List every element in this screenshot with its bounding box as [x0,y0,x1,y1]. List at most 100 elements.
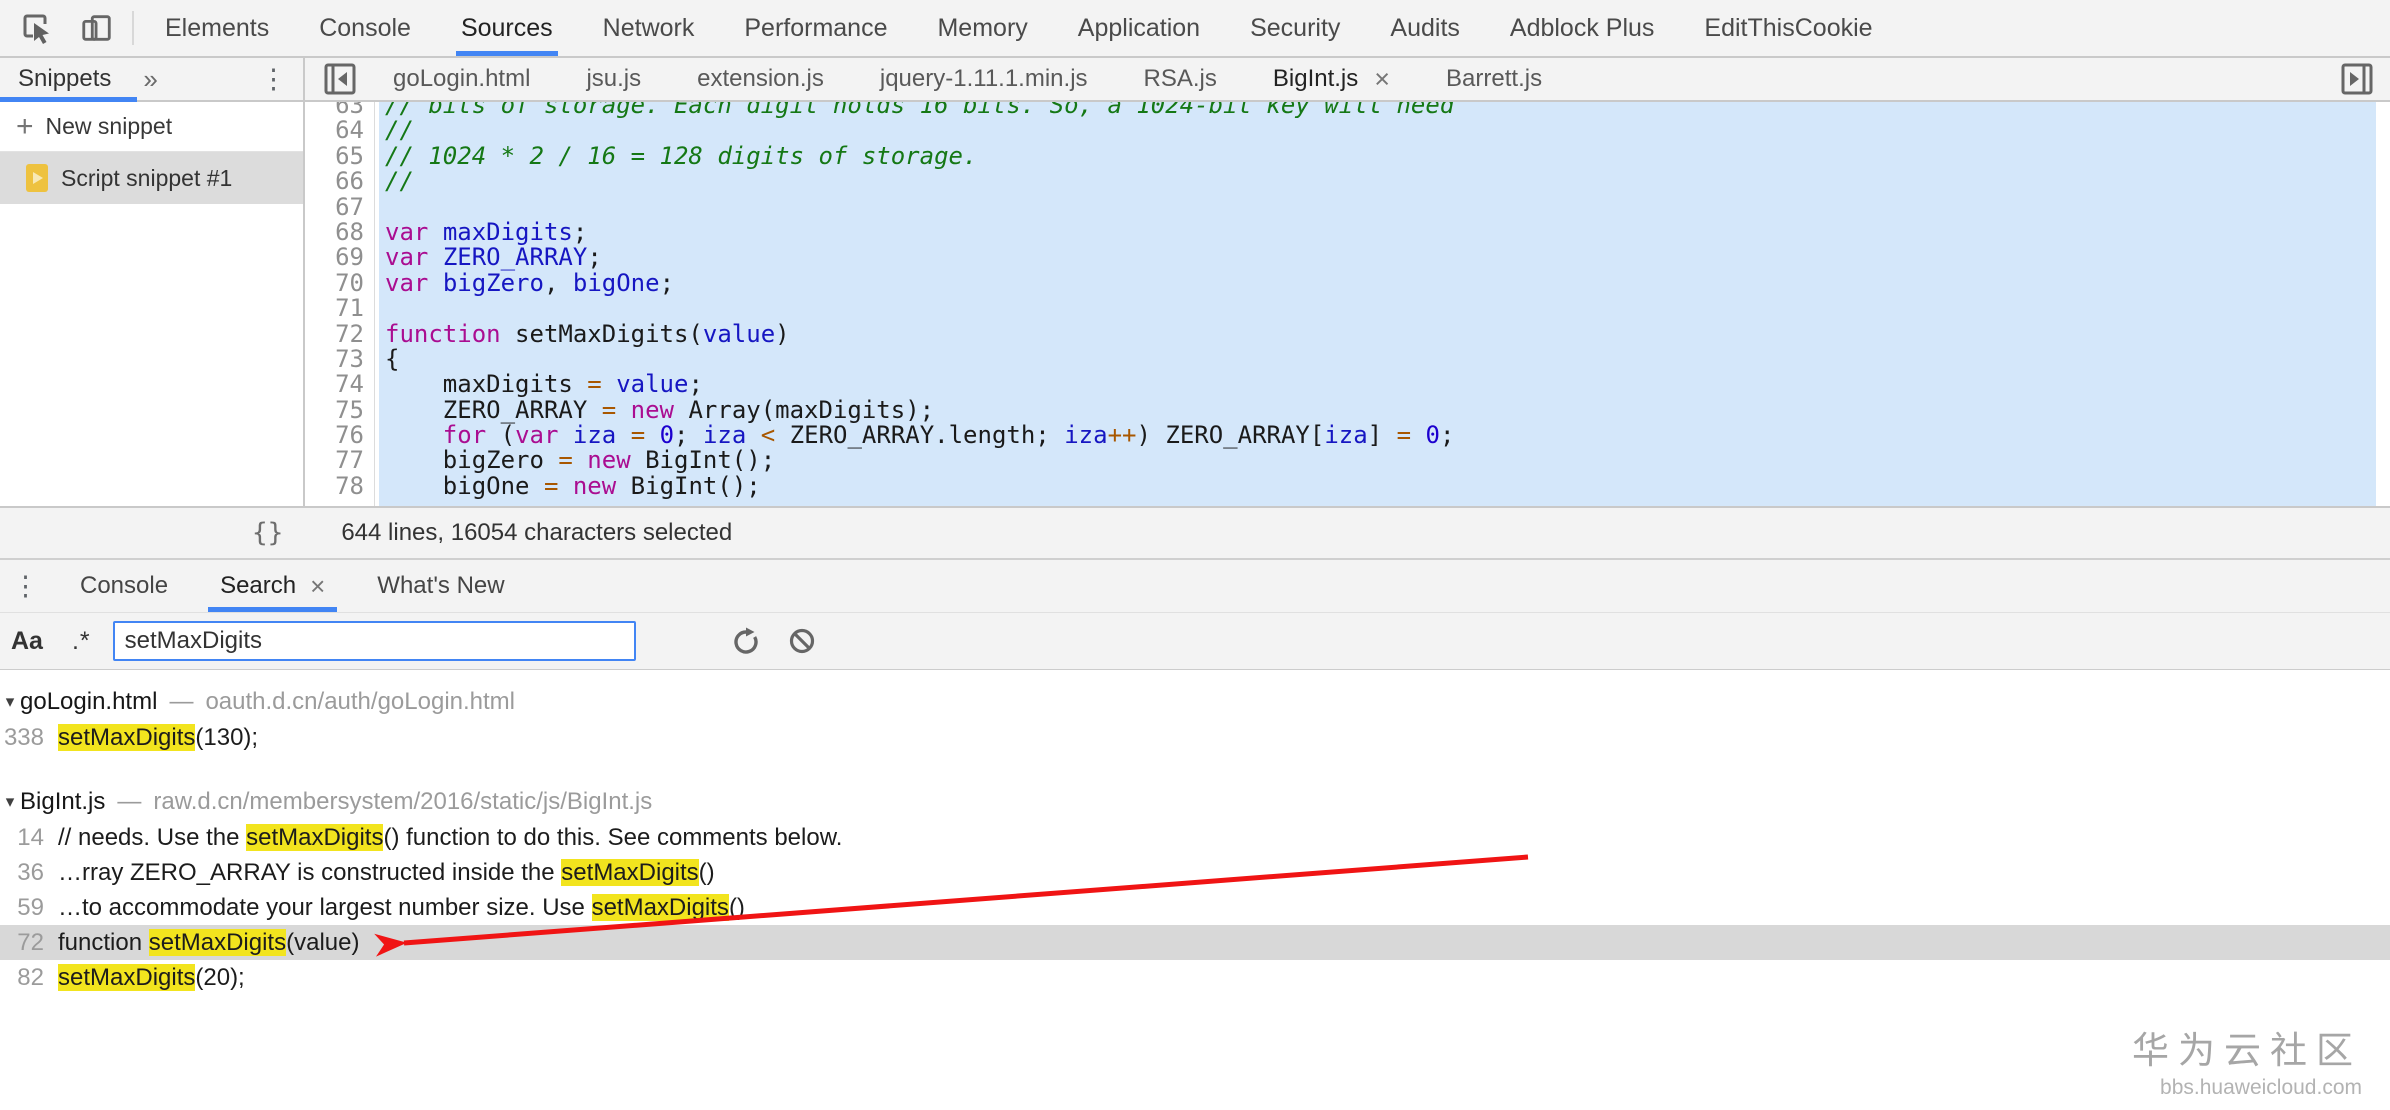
drawer-tab-what-s-new[interactable]: What's New [351,560,530,612]
panel-tab-network[interactable]: Network [578,0,720,56]
match-highlight: setMaxDigits [246,824,383,851]
snippet-name: Script snippet #1 [61,165,232,192]
result-line-text: …to accommodate your largest number size… [58,894,745,922]
panel-tab-adblock-plus[interactable]: Adblock Plus [1485,0,1680,56]
drawer-menu-icon[interactable]: ⋮ [12,573,54,600]
code-token [558,472,572,500]
code-token: // bits of storage. Each digit holds 16 … [385,102,1454,119]
line-number[interactable]: 68 [305,220,364,245]
code-line: // 1024 * 2 / 16 = 128 digits of storage… [385,144,2376,169]
code-token: { [385,345,399,373]
file-tab-bigint.js[interactable]: BigInt.js× [1245,58,1418,100]
search-result-row[interactable]: 338setMaxDigits(130); [0,720,2390,755]
panel-tab-editthiscookie[interactable]: EditThisCookie [1679,0,1897,56]
result-text-segment: () function to do this. See comments bel… [383,824,842,851]
close-drawer-tab-icon[interactable]: × [310,573,325,599]
snippet-item[interactable]: Script snippet #1 [0,152,303,204]
panel-tab-security[interactable]: Security [1225,0,1365,56]
code-token: ] [1368,421,1397,449]
line-number[interactable]: 77 [305,448,364,473]
code-token: ; [688,370,702,398]
line-number[interactable]: 73 [305,347,364,372]
line-number[interactable]: 66 [305,169,364,194]
device-toolbar-icon[interactable] [80,11,114,45]
file-tab-barrett.js[interactable]: Barrett.js [1418,58,1570,100]
result-text-segment: (20); [195,964,244,991]
close-tab-icon[interactable]: × [1374,66,1390,93]
result-line-text: // needs. Use the setMaxDigits() functio… [58,824,842,852]
match-highlight: setMaxDigits [58,724,195,751]
tab-snippets[interactable]: Snippets [0,58,137,100]
search-result-row[interactable]: 59…to accommodate your largest number si… [0,890,2390,925]
navigator-menu-icon[interactable]: ⋮ [260,66,303,93]
toggle-navigator-icon[interactable] [323,62,357,96]
code-token [1411,421,1425,449]
code-token: ZERO_ARRAY [385,396,602,424]
code-token: // [385,167,414,195]
search-input[interactable] [113,621,636,661]
new-snippet-button[interactable]: + New snippet [0,102,303,152]
search-result-row[interactable]: 14// needs. Use the setMaxDigits() funct… [0,820,2390,855]
pretty-print-icon[interactable]: {} [252,518,283,548]
panel-tab-performance[interactable]: Performance [719,0,912,56]
panel-tab-audits[interactable]: Audits [1365,0,1484,56]
drawer-tab-search[interactable]: Search× [194,560,351,612]
code-token: var [385,269,428,297]
panel-tab-sources[interactable]: Sources [436,0,578,56]
line-number[interactable]: 74 [305,372,364,397]
result-text-segment: function [58,929,149,956]
file-tab-rsa.js[interactable]: RSA.js [1116,58,1245,100]
watermark-url: bbs.huaweicloud.com [2132,1076,2362,1100]
line-number[interactable]: 76 [305,423,364,448]
panel-tab-application[interactable]: Application [1053,0,1225,56]
line-number[interactable]: 65 [305,144,364,169]
panel-tab-console[interactable]: Console [294,0,436,56]
panel-tab-memory[interactable]: Memory [912,0,1052,56]
code-token: ; [660,269,674,297]
code-token [428,243,442,271]
line-number[interactable]: 67 [305,195,364,220]
search-result-row[interactable]: 72function setMaxDigits(value) [0,925,2390,960]
result-group-header[interactable]: ▾BigInt.js—raw.d.cn/membersystem/2016/st… [0,784,2390,820]
code-token: = [1397,421,1411,449]
disclosure-triangle-icon[interactable]: ▾ [0,692,20,712]
line-number[interactable]: 78 [305,474,364,499]
line-number[interactable]: 72 [305,322,364,347]
match-case-toggle[interactable]: Aa [0,627,54,656]
file-tab-label: jsu.js [586,65,641,93]
line-number[interactable]: 69 [305,245,364,270]
line-number[interactable]: 75 [305,398,364,423]
line-number[interactable]: 70 [305,271,364,296]
line-number[interactable]: 64 [305,118,364,143]
panel-tab-elements[interactable]: Elements [140,0,294,56]
toggle-debugger-sidebar-icon[interactable] [2340,62,2374,96]
regex-toggle[interactable]: .* [54,627,99,656]
line-number[interactable]: 71 [305,296,364,321]
inspect-element-icon[interactable] [20,11,54,45]
code-token: bigZero [385,446,558,474]
drawer-tab-console[interactable]: Console [54,560,194,612]
file-tab-gologin.html[interactable]: goLogin.html [365,58,558,100]
file-tabstrip: goLogin.html jsu.js extension.js jquery-1.1… [305,58,2390,102]
file-tab-jsu.js[interactable]: jsu.js [558,58,669,100]
code-content[interactable]: // bits of storage. Each digit holds 16 … [379,102,2376,506]
result-group-header[interactable]: ▾goLogin.html—oauth.d.cn/auth/goLogin.ht… [0,684,2390,720]
line-number-gutter[interactable]: 63646566676869707172737475767778 [305,102,375,506]
result-line-text: …rray ZERO_ARRAY is constructed inside t… [58,859,715,887]
search-result-row[interactable]: 82setMaxDigits(20); [0,960,2390,995]
result-file-name: BigInt.js [20,788,105,816]
refresh-search-icon[interactable] [728,623,764,659]
panel-tabs: ElementsConsoleSourcesNetworkPerformance… [140,0,1898,56]
clear-search-icon[interactable] [784,623,820,659]
file-tab-extension.js[interactable]: extension.js [669,58,852,100]
code-token: ; [1440,421,1454,449]
watermark-text-cn: 华为云社区 [2132,1020,2362,1074]
disclosure-triangle-icon[interactable]: ▾ [0,792,20,812]
code-token [645,421,659,449]
file-tab-label: jquery-1.11.1.min.js [880,65,1088,93]
result-line-number: 14 [0,824,58,852]
code-token [616,396,630,424]
more-tabs-icon[interactable]: » [137,64,163,95]
search-result-row[interactable]: 36…rray ZERO_ARRAY is constructed inside… [0,855,2390,890]
file-tab-jquery-1.11.1.min.js[interactable]: jquery-1.11.1.min.js [852,58,1116,100]
